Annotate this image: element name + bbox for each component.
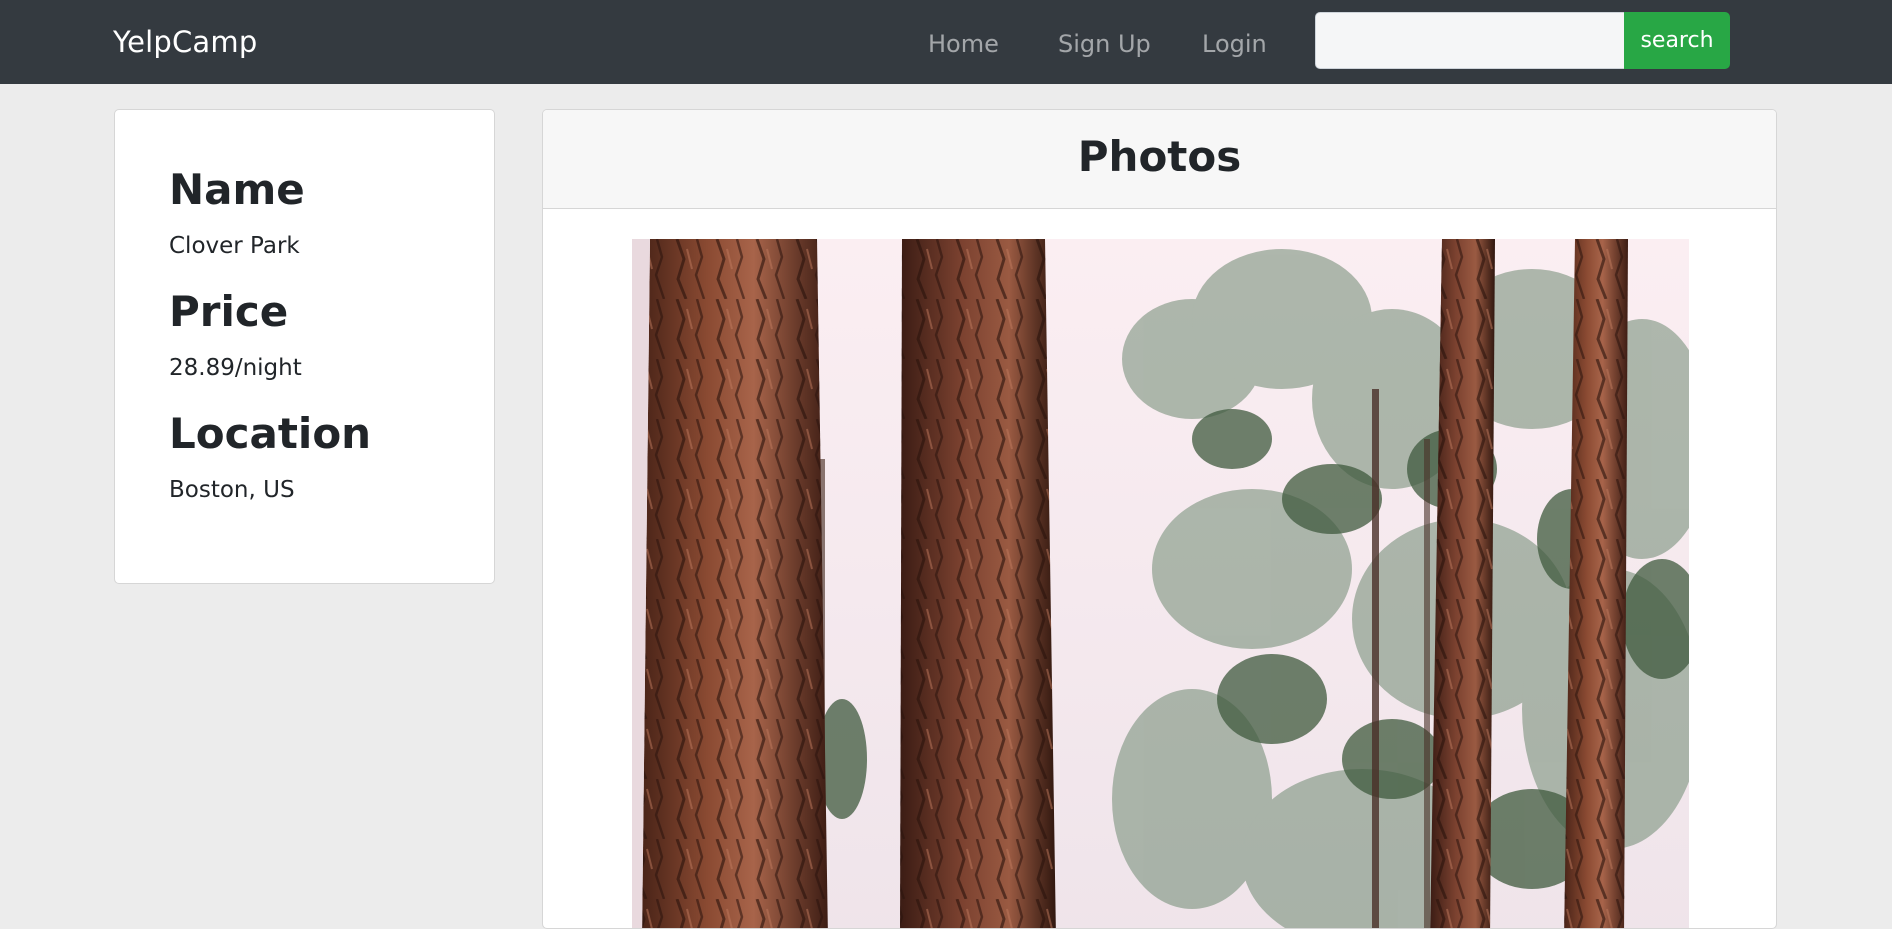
search-button[interactable]: search	[1624, 12, 1730, 69]
name-heading: Name	[169, 165, 305, 214]
nav-link-sign-up[interactable]: Sign Up	[1058, 28, 1151, 60]
photos-card: Photos	[542, 109, 1777, 929]
photos-title: Photos	[1077, 132, 1242, 181]
brand-link[interactable]: YelpCamp	[113, 24, 257, 60]
campground-name: Clover Park	[169, 233, 300, 259]
campground-price: 28.89/night	[169, 355, 302, 381]
location-heading: Location	[169, 409, 372, 458]
campground-info-card: Name Clover Park Price 28.89/night Locat…	[114, 109, 495, 584]
nav-link-home[interactable]: Home	[928, 28, 999, 60]
price-heading: Price	[169, 287, 289, 336]
pine-forest-photo	[632, 239, 1689, 928]
search-input[interactable]	[1315, 12, 1625, 69]
nav-link-login[interactable]: Login	[1202, 28, 1267, 60]
navbar: YelpCamp Home Sign Up Login search	[0, 0, 1892, 84]
photos-card-header: Photos	[543, 110, 1776, 209]
campground-location: Boston, US	[169, 477, 295, 503]
